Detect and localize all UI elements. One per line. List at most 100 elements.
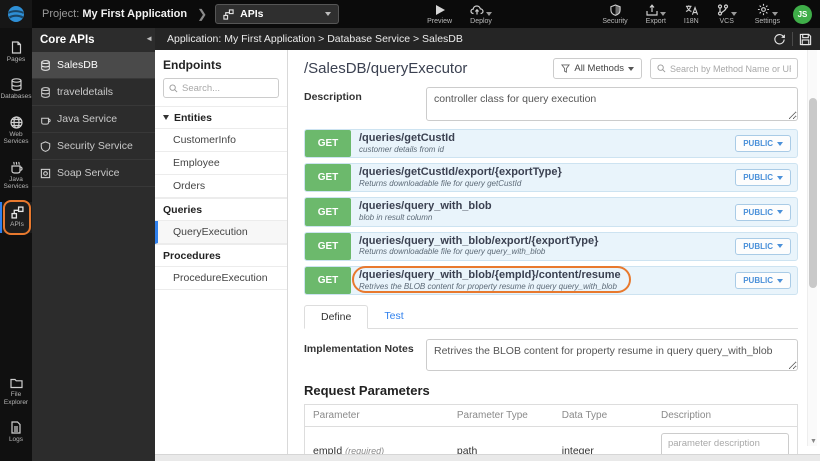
search-icon — [169, 83, 178, 92]
export-button[interactable]: Export — [646, 3, 666, 25]
param-type: path — [448, 426, 554, 454]
endpoint-item-employee[interactable]: Employee — [155, 152, 287, 175]
endpoints-search-input[interactable] — [182, 82, 262, 94]
access-level-dropdown[interactable]: PUBLIC — [735, 237, 791, 255]
chevron-down-icon — [777, 141, 783, 146]
description-textarea[interactable]: controller class for query execution — [426, 87, 798, 121]
http-method-badge: GET — [305, 266, 351, 295]
access-level-dropdown[interactable]: PUBLIC — [735, 135, 791, 153]
chevron-down-icon — [486, 11, 493, 16]
core-api-item-java-service[interactable]: Java Service — [32, 106, 155, 133]
tab-define[interactable]: Define — [304, 305, 369, 330]
database-icon — [41, 59, 50, 71]
i18n-button[interactable]: I18N — [684, 4, 699, 25]
project-name: My First Application — [82, 8, 188, 20]
param-data-type: integer — [553, 426, 653, 454]
column-header: Description — [652, 404, 798, 428]
wavemaker-logo-icon — [8, 6, 24, 22]
api-icon — [223, 8, 234, 20]
access-level-dropdown[interactable]: PUBLIC — [735, 203, 791, 221]
tab-test[interactable]: Test — [368, 305, 419, 328]
chevron-down-icon — [777, 210, 783, 215]
sidebar-item-apis[interactable]: APIs — [0, 199, 32, 236]
refresh-icon[interactable] — [773, 33, 786, 46]
section-entities[interactable]: Entities — [155, 106, 287, 129]
table-row: empId (required) path integer — [304, 426, 798, 454]
param-description-textarea[interactable] — [660, 433, 789, 454]
access-level-dropdown[interactable]: PUBLIC — [735, 169, 791, 187]
service-title: /SalesDB/queryExecutor — [304, 60, 468, 77]
panel-collapse-icon[interactable]: ◄ — [145, 34, 153, 43]
pages-icon — [11, 41, 21, 54]
scrollbar-down-arrow[interactable]: ▼ — [810, 438, 817, 445]
column-header: Parameter Type — [448, 404, 554, 428]
cloud-upload-icon — [470, 4, 484, 14]
param-name: empId — [313, 444, 343, 454]
chevron-down-icon — [659, 11, 666, 16]
endpoint-item-customerinfo[interactable]: CustomerInfo — [155, 129, 287, 152]
sidebar-item-java-services[interactable]: Java Services — [0, 157, 32, 196]
chevron-down-icon — [730, 11, 737, 16]
collapse-triangle-icon — [163, 115, 169, 120]
security-button[interactable]: Security — [602, 3, 628, 25]
column-header: Data Type — [553, 404, 653, 428]
app-logo[interactable] — [0, 0, 32, 28]
chevron-down-icon — [777, 278, 783, 283]
module-dropdown[interactable]: APIs — [215, 4, 340, 24]
sidebar-item-web-services[interactable]: Web Services — [0, 112, 32, 151]
branch-icon — [717, 3, 728, 16]
core-api-item-soap-service[interactable]: Soap Service — [32, 160, 155, 187]
vertical-scrollbar[interactable]: ▼ — [807, 50, 817, 446]
implementation-notes-textarea[interactable]: Retrives the BLOB content for property r… — [426, 339, 798, 372]
access-level-dropdown[interactable]: PUBLIC — [735, 272, 791, 290]
api-endpoint-row[interactable]: GET /queries/query_with_blob blob in res… — [304, 197, 798, 227]
api-icon — [10, 206, 24, 219]
chevron-down-icon — [777, 244, 783, 249]
endpoint-description: customer details from id — [359, 144, 444, 154]
settings-button[interactable]: Settings — [755, 3, 780, 25]
shield-icon — [40, 140, 51, 152]
section-procedures[interactable]: Procedures — [155, 244, 287, 267]
http-method-badge: GET — [305, 130, 351, 158]
save-icon[interactable] — [799, 33, 812, 46]
chevron-down-icon — [325, 12, 332, 16]
horizontal-scrollbar-track[interactable] — [155, 454, 820, 461]
user-avatar[interactable]: JS — [793, 4, 812, 24]
coffee-icon — [41, 117, 51, 125]
scrollbar-thumb[interactable] — [809, 98, 817, 288]
method-search[interactable] — [650, 58, 798, 79]
vcs-button[interactable]: VCS — [717, 3, 737, 25]
endpoint-item-queryexecution[interactable]: QueryExecution — [155, 221, 287, 244]
endpoint-item-orders[interactable]: Orders — [155, 175, 287, 198]
api-endpoint-row-selected[interactable]: GET /queries/query_with_blob/{empId}/con… — [304, 265, 798, 296]
api-endpoint-row[interactable]: GET /queries/query_with_blob/export/{exp… — [304, 231, 798, 261]
core-apis-title: Core APIs — [40, 34, 95, 46]
sidebar-item-logs[interactable]: Logs — [0, 417, 32, 448]
api-endpoint-row[interactable]: GET /queries/getCustId customer details … — [304, 129, 798, 159]
module-dropdown-label: APIs — [240, 8, 264, 20]
endpoint-description: blob in result column — [359, 213, 433, 223]
header-divider — [792, 32, 793, 46]
section-queries[interactable]: Queries — [155, 198, 287, 221]
core-api-item-security-service[interactable]: Security Service — [32, 133, 155, 160]
project-breadcrumb: Project: My First Application — [42, 8, 188, 20]
method-search-input[interactable] — [670, 63, 791, 74]
api-endpoint-row[interactable]: GET /queries/getCustId/export/{exportTyp… — [304, 163, 798, 193]
core-api-item-traveldetails[interactable]: traveldetails — [32, 79, 155, 106]
export-icon — [646, 3, 658, 16]
core-api-item-salesdb[interactable]: SalesDB — [32, 52, 155, 79]
methods-filter-dropdown[interactable]: All Methods — [553, 58, 642, 79]
application-breadcrumb: Application: My First Application > Data… — [167, 33, 463, 45]
endpoint-item-procedureexecution[interactable]: ProcedureExecution — [155, 267, 287, 290]
sidebar-item-file-explorer[interactable]: File Explorer — [0, 373, 32, 411]
endpoints-search[interactable] — [163, 78, 279, 98]
param-required-flag: (required) — [345, 445, 385, 454]
http-method-badge: GET — [305, 164, 351, 192]
sidebar-item-pages[interactable]: Pages — [0, 37, 32, 68]
sidebar-item-databases[interactable]: Databases — [0, 74, 32, 105]
play-icon — [435, 4, 445, 15]
preview-button[interactable]: Preview — [427, 4, 452, 25]
deploy-button[interactable]: Deploy — [470, 4, 493, 25]
shield-icon — [609, 3, 621, 16]
funnel-icon — [561, 64, 571, 73]
